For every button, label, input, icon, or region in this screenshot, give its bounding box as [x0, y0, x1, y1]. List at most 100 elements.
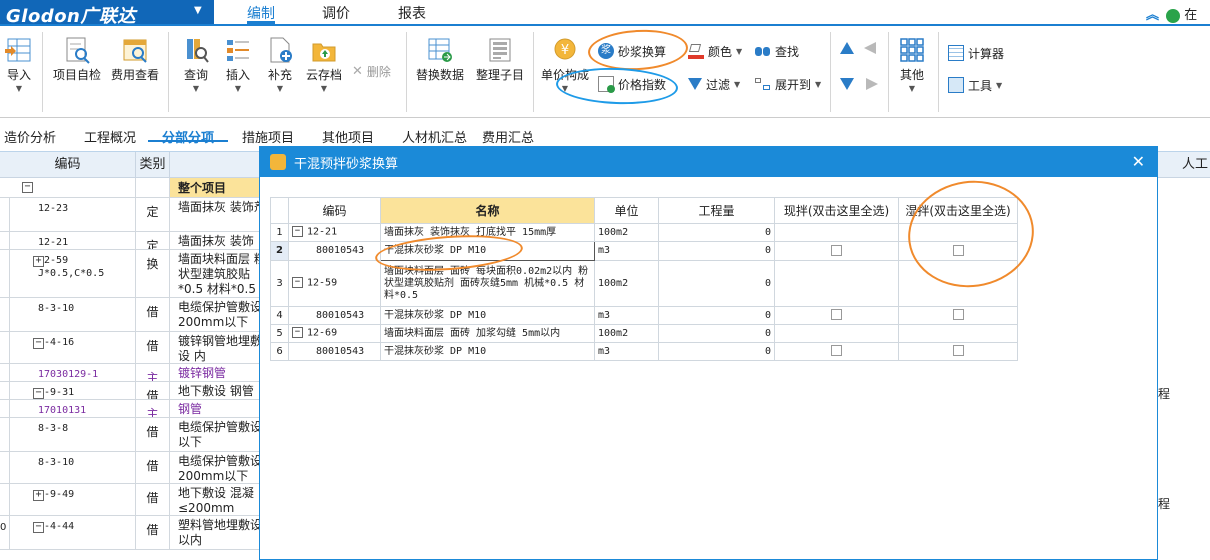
move-left-icon[interactable]: [864, 42, 876, 54]
mortar-row[interactable]: 3−12-59 墙面块料面层 面砖 每块面积0.02m2以内 粉状型建筑胶贴剂 面…: [270, 260, 1018, 307]
onsite-mix-cell[interactable]: [774, 260, 899, 307]
tab-project-overview[interactable]: 工程概况: [84, 127, 136, 146]
tab-adjust-price[interactable]: 调价: [322, 3, 350, 24]
tab-cost-analysis[interactable]: 造价分析: [4, 127, 56, 146]
checkbox[interactable]: [952, 244, 964, 256]
query-button[interactable]: 查询 ▼: [176, 36, 216, 93]
tab-edit[interactable]: 编制: [247, 3, 275, 24]
checkbox[interactable]: [952, 345, 964, 357]
column-header-name[interactable]: [170, 152, 270, 178]
grid-row[interactable]: −4-9-31 借地下敷设 钢管: [0, 382, 270, 400]
checkbox[interactable]: [952, 309, 964, 321]
grid-row[interactable]: −8-4-16 借镀锌钢管地埋敷设 内: [0, 332, 270, 364]
row-name[interactable]: 墙面块料面层 面砖 加浆勾缝 5mm以内: [380, 324, 595, 343]
organize-button[interactable]: 整理子目: [472, 36, 528, 83]
row-name[interactable]: 干混抹灰砂浆 DP M10: [380, 342, 595, 361]
row-quantity[interactable]: 0: [658, 306, 775, 325]
column-header-code[interactable]: 编码: [0, 152, 136, 178]
self-check-button[interactable]: 项目自检: [50, 36, 104, 83]
wet-mix-cell[interactable]: [898, 324, 1018, 343]
tab-labor-material[interactable]: 人材机汇总: [402, 127, 467, 146]
grid-row-project[interactable]: − 整个项目: [0, 178, 270, 198]
row-quantity[interactable]: 0: [658, 342, 775, 361]
checkbox[interactable]: [831, 309, 842, 321]
tree-toggle-icon[interactable]: −: [33, 522, 44, 533]
row-quantity[interactable]: 0: [658, 241, 775, 261]
mortar-row[interactable]: 1−12-21 墙面抹灰 装饰抹灰 打底找平 15mm厚 100m2 0: [270, 223, 1018, 242]
header-wet-mix-select-all[interactable]: 湿拌(双击这里全选): [898, 197, 1018, 224]
grid-row[interactable]: +4-9-49 借地下敷设 混凝 ≤200mm: [0, 484, 270, 516]
column-header-type[interactable]: 类别: [136, 152, 170, 178]
supplement-button[interactable]: 补充 ▼: [262, 36, 298, 93]
tree-toggle-icon[interactable]: +: [33, 490, 44, 501]
row-name[interactable]: 干混抹灰砂浆 DP M10: [380, 306, 595, 325]
unit-price-button[interactable]: ¥ 单价构成 ▼: [538, 36, 592, 93]
grid-row[interactable]: 8-3-8 借电缆保护管敷设 以下: [0, 418, 270, 452]
header-onsite-mix-select-all[interactable]: 现拌(双击这里全选): [774, 197, 899, 224]
grid-row[interactable]: 8-3-10 借电缆保护管敷设 200mm以下: [0, 298, 270, 332]
insert-button[interactable]: 插入 ▼: [220, 36, 256, 93]
row-name[interactable]: 干混抹灰砂浆 DP M10: [380, 241, 595, 261]
grid-row[interactable]: 17010131 主钢管: [0, 400, 270, 418]
mortar-row[interactable]: 5−12-69 墙面块料面层 面砖 加浆勾缝 5mm以内 100m2 0: [270, 324, 1018, 343]
collapse-ribbon-icon[interactable]: ︽: [1146, 8, 1159, 23]
header-quantity[interactable]: 工程量: [658, 197, 775, 224]
fee-view-button[interactable]: 费用查看: [108, 36, 162, 83]
grid-row[interactable]: 17030129-1 主镀锌钢管: [0, 364, 270, 382]
other-button[interactable]: 其他 ▼: [894, 36, 930, 93]
checkbox[interactable]: [831, 244, 842, 256]
tab-measures[interactable]: 措施项目: [242, 127, 294, 146]
row-quantity[interactable]: 0: [658, 260, 775, 307]
tree-collapse-icon[interactable]: −: [292, 226, 303, 238]
grid-row[interactable]: 8-3-10 借电缆保护管敷设 200mm以下: [0, 452, 270, 484]
tree-collapse-icon[interactable]: −: [292, 327, 303, 339]
checkbox[interactable]: [831, 345, 842, 357]
tree-toggle-icon[interactable]: −: [33, 388, 44, 399]
wet-mix-cell[interactable]: [898, 342, 1018, 361]
onsite-mix-cell[interactable]: [774, 306, 899, 325]
expand-to-button[interactable]: 展开到 ▼: [755, 73, 821, 95]
mortar-convert-button[interactable]: 浆 砂浆换算: [598, 40, 666, 62]
mortar-row[interactable]: 2 80010543 干混抹灰砂浆 DP M10 m3 0: [270, 241, 1018, 261]
header-name[interactable]: 名称: [380, 197, 595, 224]
color-button[interactable]: 颜色 ▼: [688, 40, 742, 62]
move-down-icon[interactable]: [840, 78, 854, 90]
replace-data-button[interactable]: 替换数据: [414, 36, 466, 83]
mortar-row[interactable]: 6 80010543 干混抹灰砂浆 DP M10 m3 0: [270, 342, 1018, 361]
tab-fee-summary[interactable]: 费用汇总: [482, 127, 534, 146]
move-right-icon[interactable]: [866, 78, 878, 90]
import-button[interactable]: 导入 ▼: [2, 36, 36, 93]
tree-collapse-icon[interactable]: −: [292, 277, 303, 289]
collapse-toggle-icon[interactable]: −: [22, 182, 33, 193]
delete-button[interactable]: ✕ 删除: [352, 60, 391, 82]
grid-row[interactable]: 0−8-4-44 借塑料管地埋敷设 以内: [0, 516, 270, 550]
tree-toggle-icon[interactable]: +: [33, 256, 44, 267]
row-name[interactable]: 墙面块料面层 面砖 每块面积0.02m2以内 粉状型建筑胶贴剂 面砖灰缝5mm …: [380, 260, 595, 307]
price-index-button[interactable]: 价格指数: [598, 73, 666, 95]
move-up-icon[interactable]: [840, 42, 854, 54]
find-button[interactable]: 查找: [755, 40, 799, 62]
onsite-mix-cell[interactable]: [774, 241, 899, 261]
filter-button[interactable]: 过滤 ▼: [688, 73, 740, 95]
onsite-mix-cell[interactable]: [774, 342, 899, 361]
tools-button[interactable]: 工具 ▼: [948, 74, 1002, 96]
calculator-button[interactable]: 计算器: [948, 42, 1004, 64]
mortar-row[interactable]: 4 80010543 干混抹灰砂浆 DP M10 m3 0: [270, 306, 1018, 325]
wet-mix-cell[interactable]: [898, 306, 1018, 325]
grid-row[interactable]: +12-59 J*0.5,C*0.5 换墙面块料面层 粉状型建筑胶贴 *0.5 材…: [0, 250, 270, 298]
row-quantity[interactable]: 0: [658, 223, 775, 242]
wet-mix-cell[interactable]: [898, 241, 1018, 261]
tab-other-items[interactable]: 其他项目: [322, 127, 374, 146]
onsite-mix-cell[interactable]: [774, 223, 899, 242]
header-unit[interactable]: 单位: [594, 197, 659, 224]
onsite-mix-cell[interactable]: [774, 324, 899, 343]
wet-mix-cell[interactable]: [898, 223, 1018, 242]
tree-toggle-icon[interactable]: −: [33, 338, 44, 349]
row-name[interactable]: 墙面抹灰 装饰抹灰 打底找平 15mm厚: [380, 223, 595, 242]
tab-subitem[interactable]: 分部分项: [162, 127, 214, 146]
app-logo-menu[interactable]: Glodon广联达 ▼: [0, 0, 214, 27]
tab-reports[interactable]: 报表: [398, 3, 426, 24]
cloud-save-button[interactable]: 云存档 ▼: [302, 36, 346, 93]
close-icon[interactable]: ✕: [1132, 152, 1145, 171]
grid-row[interactable]: 12-21 定墙面抹灰 装饰: [0, 232, 270, 250]
